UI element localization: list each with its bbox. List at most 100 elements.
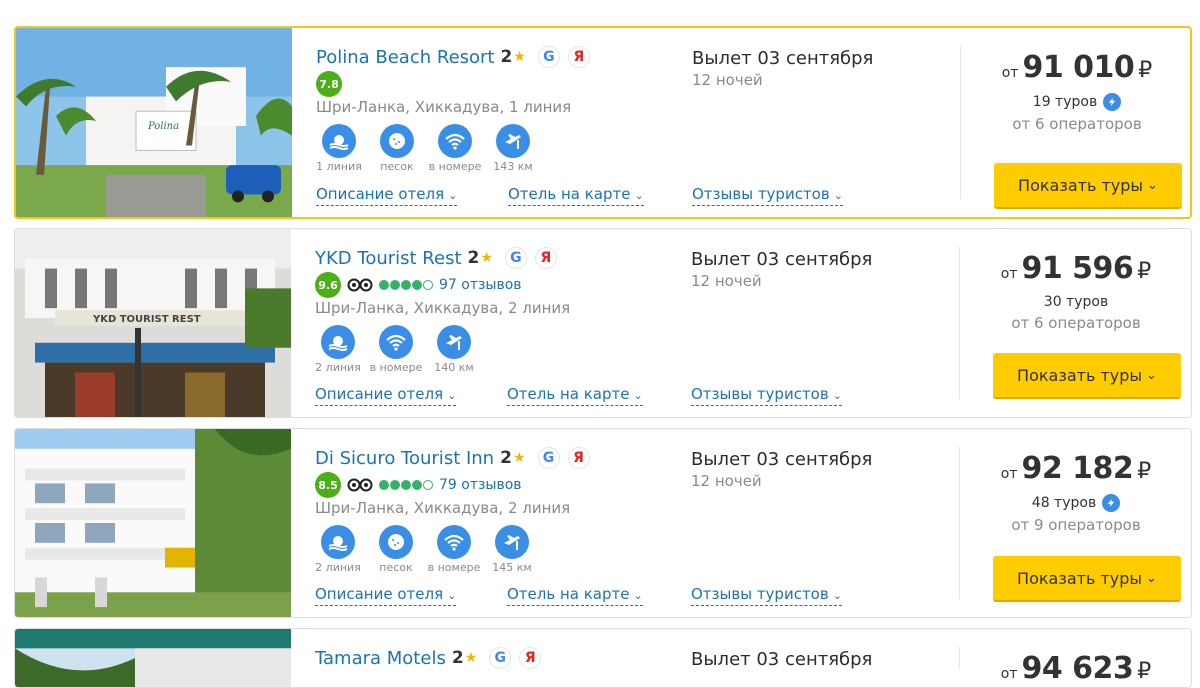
hotel-map-link[interactable]: Отель на карте ⌄ xyxy=(507,585,643,606)
feature-label: в номере xyxy=(428,160,482,173)
feature-label: в номере xyxy=(369,361,423,374)
feature-label: в номере xyxy=(427,561,481,574)
hotel-location: Шри-Ланка, Хиккадува, 2 линия xyxy=(315,299,571,317)
divider xyxy=(959,247,960,399)
yandex-icon[interactable]: Я xyxy=(567,46,590,68)
price: от 92 182 ₽ xyxy=(961,451,1191,486)
feature-item: 145 км xyxy=(489,525,535,574)
feature-list: 1 линия песок в номере 143 км xyxy=(316,124,676,173)
show-tours-label: Показать туры xyxy=(1017,568,1143,588)
tripadvisor-rating xyxy=(379,480,433,490)
feature-item: 1 линия xyxy=(316,124,362,173)
hotel-name-link[interactable]: Polina Beach Resort xyxy=(316,47,495,68)
star-icon: ★ xyxy=(513,49,526,65)
airport-icon xyxy=(496,124,530,158)
show-tours-button[interactable]: Показать туры ⌄ xyxy=(993,556,1181,602)
nights-count: 12 ночей xyxy=(691,472,762,490)
reviews-count-link[interactable]: 97 отзывов xyxy=(439,277,522,293)
tours-label: 19 туров xyxy=(1032,94,1098,110)
feature-label: песок xyxy=(380,160,414,173)
hotel-name-link[interactable]: YKD Tourist Rest xyxy=(315,248,462,269)
hotel-links: Описание отеля ⌄ Отель на карте ⌄ Отзывы т… xyxy=(316,185,956,206)
wifi-icon xyxy=(438,124,472,158)
yandex-icon[interactable]: Я xyxy=(519,647,542,669)
hotel-name-link[interactable]: Tamara Motels xyxy=(315,648,446,669)
departure-date: Вылет 03 сентября xyxy=(691,449,873,470)
lightning-icon xyxy=(1102,494,1121,512)
feature-item: 2 линия xyxy=(315,325,361,374)
tripadvisor-icon xyxy=(347,278,373,292)
divider xyxy=(959,647,960,669)
beach-icon xyxy=(321,525,355,559)
divider xyxy=(960,46,961,199)
show-tours-button[interactable]: Показать туры ⌄ xyxy=(994,163,1182,209)
hotel-location: Шри-Ланка, Хиккадува, 1 линия xyxy=(316,98,572,116)
price-prefix: от xyxy=(1000,266,1018,282)
hotel-stars: 2 ★ xyxy=(500,448,526,468)
chevron-down-icon: ⌄ xyxy=(832,589,842,602)
feature-list: 2 линия песок в номере 145 км xyxy=(315,525,675,574)
hotel-links: Описание отеля ⌄ Отель на карте ⌄ Отзывы т… xyxy=(315,585,955,606)
google-icon[interactable]: G xyxy=(537,46,560,68)
lightning-icon xyxy=(1103,93,1122,111)
yandex-icon[interactable]: Я xyxy=(534,247,557,269)
feature-item: 140 км xyxy=(431,325,477,374)
hotel-description-link[interactable]: Описание отеля ⌄ xyxy=(315,585,457,606)
price-amount: 94 623 xyxy=(1021,651,1134,686)
tripadvisor-rating xyxy=(379,280,433,290)
feature-label: 2 линия xyxy=(315,561,361,574)
feature-label: песок xyxy=(379,561,413,574)
feature-item: в номере xyxy=(428,525,480,574)
show-tours-label: Показать туры xyxy=(1018,175,1144,195)
hotel-card[interactable]: YKD TOURIST REST YKD Tourist Rest 2 ★ G Я… xyxy=(14,228,1192,418)
currency-symbol: ₽ xyxy=(1137,259,1152,284)
rating-badge: 9.6 xyxy=(315,272,341,298)
hotel-card[interactable]: Tamara Motels 2 ★ G Я Вылет 03 сентября о… xyxy=(14,628,1192,688)
chevron-down-icon: ⌄ xyxy=(1147,177,1158,193)
chevron-down-icon: ⌄ xyxy=(833,189,843,202)
hotel-map-link[interactable]: Отель на карте ⌄ xyxy=(507,385,643,406)
hotel-reviews-link[interactable]: Отзывы туристов ⌄ xyxy=(691,585,842,606)
show-tours-button[interactable]: Показать туры ⌄ xyxy=(993,353,1181,399)
beach-icon xyxy=(322,124,356,158)
chevron-down-icon: ⌄ xyxy=(1146,570,1157,586)
currency-symbol: ₽ xyxy=(1137,459,1152,484)
chevron-down-icon: ⌄ xyxy=(448,189,458,202)
hotel-map-link[interactable]: Отель на карте ⌄ xyxy=(508,185,644,206)
beach-icon xyxy=(321,325,355,359)
hotel-reviews-link[interactable]: Отзывы туристов ⌄ xyxy=(691,385,842,406)
hotel-photo[interactable] xyxy=(15,429,291,617)
hotel-description-link[interactable]: Описание отеля ⌄ xyxy=(315,385,457,406)
hotel-reviews-link[interactable]: Отзывы туристов ⌄ xyxy=(692,185,843,206)
wifi-icon xyxy=(437,525,471,559)
google-icon[interactable]: G xyxy=(537,447,560,469)
nights-count: 12 ночей xyxy=(691,272,762,290)
google-icon[interactable]: G xyxy=(489,647,512,669)
hotel-name-link[interactable]: Di Sicuro Tourist Inn xyxy=(315,448,494,469)
hotel-photo[interactable]: YKD TOURIST REST xyxy=(15,229,291,417)
hotel-card[interactable]: Polina Polina Beach Resort 2 ★ G Я 7.8 Шр… xyxy=(14,26,1192,219)
airport-icon xyxy=(495,525,529,559)
feature-item: в номере xyxy=(370,325,422,374)
sand-icon xyxy=(380,124,414,158)
google-icon[interactable]: G xyxy=(504,247,527,269)
currency-symbol: ₽ xyxy=(1138,58,1153,83)
price-prefix: от xyxy=(1000,466,1018,482)
hotel-links: Описание отеля ⌄ Отель на карте ⌄ Отзывы т… xyxy=(315,385,955,406)
price-prefix: от xyxy=(1001,65,1019,81)
chevron-down-icon: ⌄ xyxy=(633,589,643,602)
operators-count: от 6 операторов xyxy=(1012,115,1142,133)
hotel-location: Шри-Ланка, Хиккадува, 2 линия xyxy=(315,499,571,517)
yandex-icon[interactable]: Я xyxy=(567,447,590,469)
chevron-down-icon: ⌄ xyxy=(447,589,457,602)
hotel-card[interactable]: Di Sicuro Tourist Inn 2 ★ G Я 8.5 79 отзы… xyxy=(14,428,1192,618)
feature-label: 145 км xyxy=(492,561,532,574)
star-icon: ★ xyxy=(464,650,478,666)
hotel-photo[interactable] xyxy=(15,629,291,687)
reviews-count-link[interactable]: 79 отзывов xyxy=(439,477,522,493)
hotel-photo[interactable]: Polina xyxy=(16,28,292,217)
feature-label: 143 км xyxy=(493,160,533,173)
tours-count: 19 туров xyxy=(962,93,1190,111)
feature-label: 2 линия xyxy=(315,361,361,374)
hotel-description-link[interactable]: Описание отеля ⌄ xyxy=(316,185,458,206)
